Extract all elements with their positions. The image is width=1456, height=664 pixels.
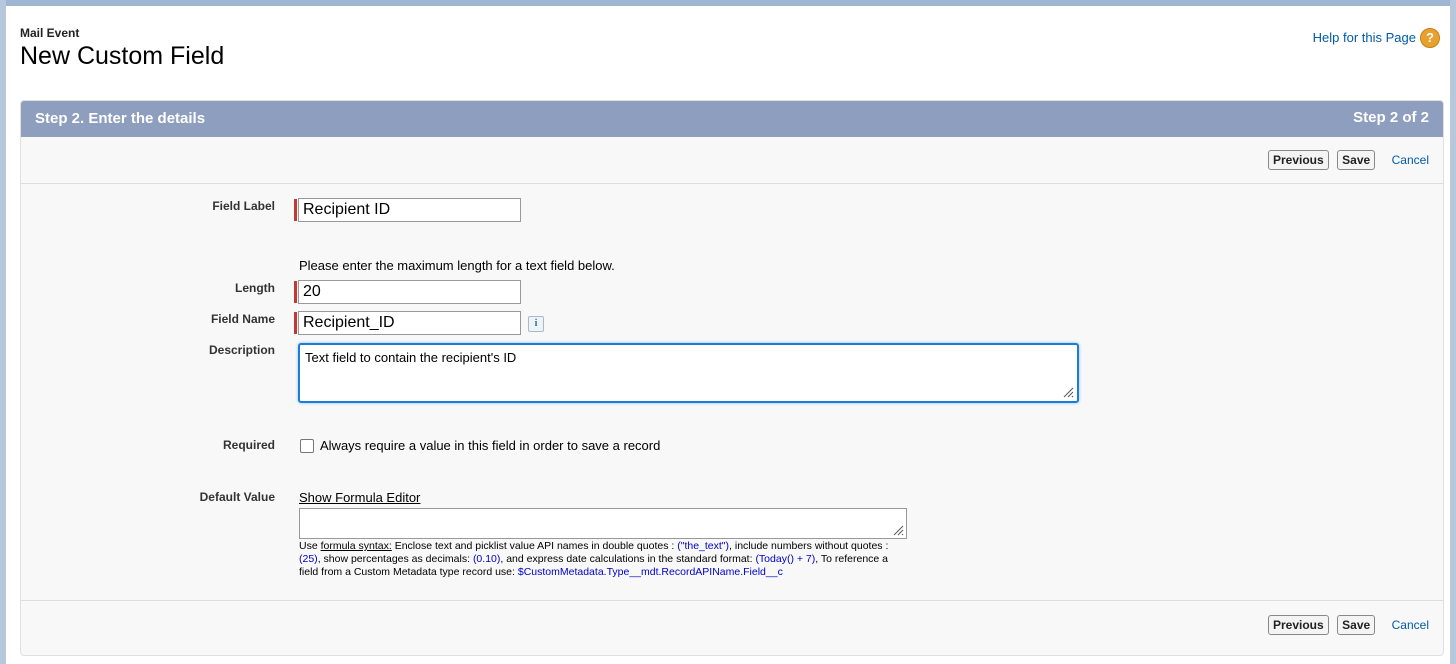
- help-text-part: , include numbers without quotes :: [729, 540, 889, 552]
- object-name: Mail Event: [20, 26, 80, 40]
- top-button-row: Previous Save Cancel: [1264, 150, 1429, 174]
- field-name-input[interactable]: [298, 311, 521, 335]
- help-text-part: , and express date calculations in the s…: [500, 553, 756, 565]
- help-example: (25): [299, 553, 318, 565]
- help-example: $CustomMetadata.Type__mdt.RecordAPIName.…: [517, 566, 783, 578]
- help-text-part: Enclose text and picklist value API name…: [391, 540, 678, 552]
- default-value-textarea[interactable]: [299, 508, 907, 539]
- window-left-edge: [0, 0, 6, 664]
- length-hint: Please enter the maximum length for a te…: [299, 258, 615, 273]
- divider: [21, 600, 1443, 601]
- help-example: (0.10): [472, 553, 501, 565]
- required-marker: [294, 312, 297, 334]
- info-icon[interactable]: i: [528, 316, 544, 332]
- save-button[interactable]: Save: [1337, 150, 1376, 170]
- required-label: Required: [222, 438, 275, 452]
- help-text-part: Use: [299, 540, 321, 552]
- resize-grip-icon[interactable]: [1062, 386, 1074, 398]
- length-input[interactable]: [298, 280, 521, 304]
- field-label-input[interactable]: [298, 198, 521, 222]
- formula-syntax-link[interactable]: formula syntax:: [321, 540, 392, 552]
- help-text-part: , show percentages as decimals:: [317, 553, 473, 565]
- description-label: Description: [208, 343, 275, 357]
- default-value-label: Default Value: [199, 490, 275, 504]
- help-link[interactable]: Help for this Page: [1313, 30, 1416, 45]
- length-label: Length: [235, 281, 275, 295]
- page-header: Mail Event New Custom Field: [20, 26, 224, 71]
- question-icon[interactable]: ?: [1420, 28, 1440, 48]
- bottom-button-row: Previous Save Cancel: [1264, 615, 1429, 639]
- cancel-link[interactable]: Cancel: [1392, 618, 1429, 632]
- previous-button[interactable]: Previous: [1268, 615, 1329, 635]
- required-marker: [294, 281, 297, 303]
- save-button[interactable]: Save: [1337, 615, 1376, 635]
- help-example: (Today() + 7): [755, 553, 816, 565]
- field-name-label: Field Name: [210, 312, 275, 326]
- help-example: ("the_text"): [677, 540, 730, 552]
- detail-panel: Step 2. Enter the details Step 2 of 2 Pr…: [20, 100, 1444, 656]
- step-title: Step 2. Enter the details: [35, 110, 206, 127]
- divider: [21, 183, 1443, 184]
- step-bar: Step 2. Enter the details Step 2 of 2: [21, 101, 1443, 137]
- cancel-link[interactable]: Cancel: [1392, 153, 1429, 167]
- window-right-edge: [1450, 0, 1456, 664]
- resize-grip-icon[interactable]: [892, 524, 904, 536]
- previous-button[interactable]: Previous: [1268, 150, 1329, 170]
- required-marker: [294, 199, 297, 221]
- required-checkbox-text: Always require a value in this field in …: [320, 438, 661, 453]
- window-top-strip: [0, 0, 1456, 6]
- formula-syntax-help: Use formula syntax: Enclose text and pic…: [299, 540, 909, 579]
- description-textarea[interactable]: Text field to contain the recipient's ID: [298, 343, 1079, 403]
- required-checkbox[interactable]: [300, 439, 314, 453]
- field-label-label: Field Label: [212, 199, 275, 213]
- step-count: Step 2 of 2: [1353, 109, 1429, 126]
- page-title: New Custom Field: [20, 42, 225, 70]
- show-formula-editor-link[interactable]: Show Formula Editor: [299, 490, 420, 505]
